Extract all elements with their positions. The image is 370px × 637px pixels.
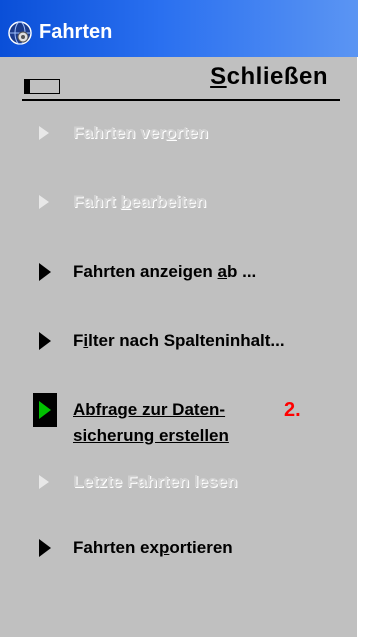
arrow-right-icon	[39, 195, 49, 209]
arrow-right-icon	[39, 475, 49, 489]
close-button[interactable]: Schließen	[210, 63, 328, 91]
menu-item-label: Fahrten anzeigen ab ...	[73, 262, 257, 281]
arrow-right-icon	[39, 126, 49, 140]
arrow-right-icon	[39, 263, 51, 281]
menu-item-label: Filter nach Spalteninhalt...	[73, 331, 285, 350]
menu-item-label: Fahrt bearbeiten	[73, 192, 207, 211]
menu-item-label: Letzte Fahrten lesen	[73, 472, 238, 491]
close-bar[interactable]: Schließen	[22, 63, 340, 101]
globe-gear-icon	[8, 21, 32, 45]
active-arrow-icon	[33, 393, 57, 427]
arrow-right-icon	[39, 332, 51, 350]
step-annotation: 2.	[284, 399, 301, 421]
menu-item-label-line1: Abfrage zur Daten-	[73, 400, 226, 419]
title-bar: Fahrten	[0, 0, 358, 57]
window-title: Fahrten	[39, 21, 113, 43]
menu-item-label: Fahrten verorten	[73, 123, 209, 142]
menu-item-label: Fahrten exportieren	[73, 538, 233, 557]
fahrten-panel: Fahrten Schließen Fahrten verorten Fahrt…	[0, 0, 358, 637]
close-window-icon[interactable]	[24, 79, 60, 94]
menu-item-label-line2: sicherung erstellen	[73, 426, 229, 445]
arrow-right-icon	[39, 539, 51, 557]
